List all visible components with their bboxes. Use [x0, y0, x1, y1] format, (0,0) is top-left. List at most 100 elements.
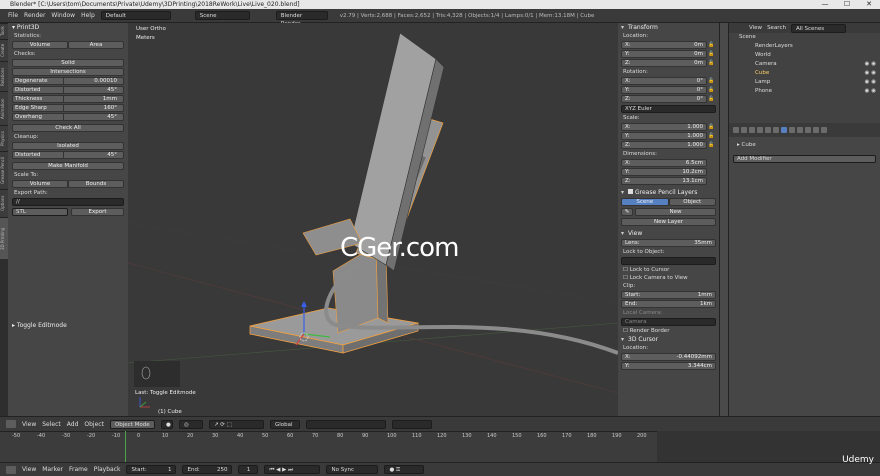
outliner-item-phone[interactable]: Phone ◉ ◉	[729, 87, 880, 96]
tab-relations[interactable]: Relations	[0, 61, 8, 91]
world-tab-icon[interactable]	[757, 127, 763, 133]
end-frame-field[interactable]: End: 250	[182, 465, 233, 474]
keying-buttons[interactable]: ● ⚿	[384, 465, 425, 474]
transform-orientation-dropdown[interactable]: Global	[269, 419, 300, 429]
eye-icon[interactable]: ◉ ◉	[865, 78, 876, 87]
scene-tab-icon[interactable]	[749, 127, 755, 133]
outliner-item-world[interactable]: World	[729, 51, 880, 60]
solid-button[interactable]: Solid	[12, 59, 124, 67]
render-border-checkbox[interactable]: ☐ Render Border	[621, 327, 716, 335]
start-frame-field[interactable]: Start: 1	[126, 465, 177, 474]
local-camera-dropdown[interactable]: Camera	[621, 318, 716, 326]
export-button[interactable]: Export	[71, 208, 124, 216]
gp-new-layer-button[interactable]: New Layer	[621, 218, 716, 226]
scale-volume-button[interactable]: Volume	[12, 180, 68, 188]
layout-selector[interactable]: Default	[100, 11, 171, 20]
lock-icon[interactable]: 🔓	[707, 78, 716, 84]
tab-animation[interactable]: Animation	[0, 91, 8, 125]
clip-end-field[interactable]: End: 1km	[621, 300, 716, 308]
render-layers-tab-icon[interactable]	[741, 127, 747, 133]
dimension-z-field[interactable]: Z: 13.1cm	[621, 177, 707, 185]
add-modifier-dropdown[interactable]: Add Modifier	[733, 155, 876, 163]
menu-marker[interactable]: Marker	[42, 466, 63, 473]
export-path-input[interactable]: //	[12, 198, 124, 206]
lock-icon[interactable]: 🔓	[707, 124, 716, 130]
grease-pencil-header[interactable]: Grease Pencil Layers	[621, 188, 716, 197]
distorted-value[interactable]: 45°	[64, 86, 124, 94]
dimension-x-field[interactable]: X: 6.5cm	[621, 159, 707, 167]
tab-create[interactable]: Create	[0, 39, 8, 61]
location-y-field[interactable]: Y: 0m	[621, 50, 707, 58]
eye-icon[interactable]: ◉ ◉	[865, 69, 876, 78]
modifiers-tab-icon[interactable]	[781, 127, 787, 133]
make-manifold-button[interactable]: Make Manifold	[12, 162, 124, 170]
interaction-mode-dropdown[interactable]: Object Mode	[109, 419, 155, 429]
cursor-x-field[interactable]: X: -0.44092mm	[621, 353, 716, 361]
menu-render[interactable]: Render	[24, 12, 45, 19]
overhang-value[interactable]: 45°	[64, 113, 124, 121]
menu-add[interactable]: Add	[67, 421, 79, 428]
current-frame-field[interactable]: 1	[238, 465, 259, 474]
lock-icon[interactable]: 🔓	[707, 142, 716, 148]
lock-icon[interactable]: 🔓	[707, 51, 716, 57]
tab-options[interactable]: Options	[0, 189, 8, 217]
edge-sharp-value[interactable]: 160°	[64, 104, 124, 112]
overhang-button[interactable]: Overhang	[12, 113, 64, 121]
snap-buttons[interactable]	[391, 419, 432, 429]
thickness-button[interactable]: Thickness	[12, 95, 64, 103]
view-header[interactable]: View	[621, 229, 716, 238]
distorted-button[interactable]: Distorted	[12, 86, 64, 94]
cursor-y-field[interactable]: Y: 3.344cm	[621, 362, 716, 370]
intersections-button[interactable]: Intersections	[12, 68, 124, 76]
outliner-item-renderlayers[interactable]: RenderLayers	[729, 42, 880, 51]
panel-header[interactable]: ▾ Print3D	[12, 23, 124, 32]
menu-object[interactable]: Object	[84, 421, 104, 428]
eye-icon[interactable]: ◉ ◉	[865, 60, 876, 69]
menu-file[interactable]: File	[8, 12, 18, 19]
lock-to-cursor-checkbox[interactable]: ☐ Lock to Cursor	[621, 266, 716, 274]
data-tab-icon[interactable]	[789, 127, 795, 133]
menu-help[interactable]: Help	[81, 12, 95, 19]
tab-grease-pencil[interactable]: Grease Pencil	[0, 151, 8, 189]
outliner-view-menu[interactable]: View	[749, 25, 762, 31]
n-panel-scrollbar[interactable]	[719, 23, 728, 416]
outliner-item-scene[interactable]: Scene	[729, 33, 880, 42]
location-x-field[interactable]: X: 0m	[621, 41, 707, 49]
outliner-filter-dropdown[interactable]: All Scenes	[790, 23, 846, 33]
dimension-y-field[interactable]: Y: 10.2cm	[621, 168, 707, 176]
eye-icon[interactable]: ◉ ◉	[865, 87, 876, 96]
minimize-button[interactable]: —	[814, 0, 836, 9]
gp-object-button[interactable]: Object	[668, 198, 716, 206]
menu-frame[interactable]: Frame	[69, 466, 88, 473]
gp-scene-button[interactable]: Scene	[621, 198, 669, 206]
transform-header[interactable]: Transform	[621, 23, 716, 32]
texture-tab-icon[interactable]	[805, 127, 811, 133]
gp-new-button[interactable]: New	[635, 208, 716, 216]
editor-type-icon[interactable]	[6, 420, 16, 428]
outliner-item-camera[interactable]: Camera ◉ ◉	[729, 60, 880, 69]
rotation-mode-dropdown[interactable]: XYZ Euler	[621, 105, 716, 113]
rotation-x-field[interactable]: X: 0°	[621, 77, 707, 85]
isolated-button[interactable]: Isolated	[12, 142, 124, 150]
playback-controls[interactable]: ⏮ ◀ ▶ ⏭	[264, 465, 321, 474]
lock-object-input[interactable]	[621, 257, 716, 265]
object-tab-icon[interactable]	[765, 127, 771, 133]
check-all-button[interactable]: Check All	[12, 124, 124, 132]
constraints-tab-icon[interactable]	[773, 127, 779, 133]
menu-timeline-view[interactable]: View	[22, 466, 36, 473]
scene-selector[interactable]: Scene	[194, 11, 250, 20]
layer-buttons[interactable]	[305, 419, 386, 429]
toggle-editmode-header[interactable]: ▸ Toggle Editmode	[12, 321, 67, 330]
timeline-editor-icon[interactable]	[6, 465, 16, 474]
tab-tools[interactable]: Tools	[0, 23, 8, 39]
3d-cursor-header[interactable]: 3D Cursor	[621, 335, 716, 344]
cleanup-distorted-value[interactable]: 45°	[64, 151, 124, 159]
edge-sharp-button[interactable]: Edge Sharp	[12, 104, 64, 112]
close-button[interactable]: ✕	[858, 0, 880, 9]
lock-icon[interactable]: 🔓	[707, 87, 716, 93]
particles-tab-icon[interactable]	[813, 127, 819, 133]
menu-select[interactable]: Select	[42, 421, 61, 428]
menu-window[interactable]: Window	[51, 12, 75, 19]
pivot-point-dropdown[interactable]: ◎	[178, 419, 203, 429]
render-engine-selector[interactable]: Blender Render	[275, 11, 328, 27]
